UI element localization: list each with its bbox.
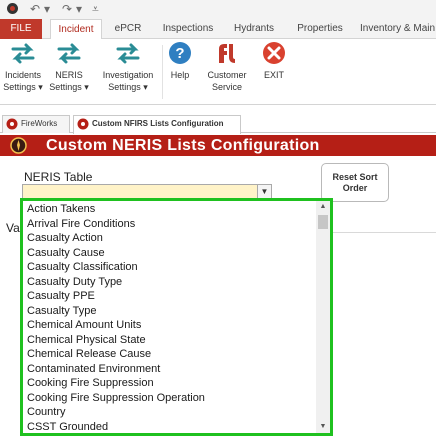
incidents-settings-label-1: Incidents bbox=[4, 70, 42, 80]
incidents-settings-button[interactable]: Incidents Settings ▾ bbox=[2, 41, 44, 101]
document-tabs: FireWorks Custom NFIRS Lists Configurati… bbox=[0, 113, 436, 134]
list-item[interactable]: Chemical Release Cause bbox=[25, 347, 315, 362]
help-button[interactable]: ? Help bbox=[165, 41, 195, 101]
help-label: Help bbox=[170, 70, 190, 80]
neris-settings-label-2: Settings ▾ bbox=[49, 82, 89, 92]
investigation-settings-label-1: Investigation bbox=[102, 70, 154, 80]
tab-incident[interactable]: Incident bbox=[50, 19, 102, 40]
swap-arrows-icon bbox=[115, 41, 141, 65]
redo-dropdown-icon[interactable]: ▾ bbox=[76, 2, 82, 17]
list-item[interactable]: Casualty Duty Type bbox=[25, 275, 315, 290]
tab-hydrants[interactable]: Hydrants bbox=[228, 19, 280, 39]
list-item[interactable]: Country bbox=[25, 405, 315, 420]
tab-inspections[interactable]: Inspections bbox=[158, 19, 218, 39]
list-item[interactable]: Arrival Fire Conditions bbox=[25, 217, 315, 232]
undo-icon[interactable]: ↶ bbox=[30, 2, 40, 17]
customer-service-label-1: Customer bbox=[207, 70, 247, 80]
redo-icon[interactable]: ↷ bbox=[62, 2, 72, 17]
undo-dropdown-icon[interactable]: ▾ bbox=[44, 2, 50, 17]
list-item[interactable]: Casualty Type bbox=[25, 304, 315, 319]
fireworks-badge-icon bbox=[10, 137, 27, 154]
help-icon: ? bbox=[167, 41, 193, 65]
doc-tab-custom-nfirs-lists-label: Custom NFIRS Lists Configuration bbox=[92, 119, 224, 128]
list-item[interactable]: Casualty Action bbox=[25, 231, 315, 246]
scroll-up-icon[interactable]: ▲ bbox=[316, 201, 330, 213]
fireworks-icon bbox=[6, 118, 18, 130]
ribbon: Incidents Settings ▾ NERIS Settings ▾ In… bbox=[0, 39, 436, 105]
exit-button[interactable]: EXIT bbox=[258, 41, 290, 101]
neris-settings-button[interactable]: NERIS Settings ▾ bbox=[46, 41, 92, 101]
form-title: Custom NERIS Lists Configuration bbox=[46, 137, 320, 154]
customer-service-label-2: Service bbox=[211, 82, 242, 92]
list-item[interactable]: CSST Grounded bbox=[25, 420, 315, 435]
scroll-down-icon[interactable]: ▼ bbox=[316, 421, 330, 433]
chevron-down-icon[interactable]: ▼ bbox=[257, 185, 271, 199]
list-item[interactable]: Cooking Fire Suppression bbox=[25, 376, 315, 391]
list-item[interactable]: Casualty PPE bbox=[25, 289, 315, 304]
investigation-settings-label-2: Settings ▾ bbox=[108, 82, 148, 92]
tab-inventory[interactable]: Inventory & Main bbox=[360, 19, 436, 39]
scroll-thumb[interactable] bbox=[318, 215, 328, 229]
tab-properties[interactable]: Properties bbox=[292, 19, 348, 39]
reset-sort-order-button[interactable]: Reset Sort Order bbox=[321, 163, 389, 202]
list-item[interactable]: Cooking Fire Suppression Operation bbox=[25, 391, 315, 406]
list-item[interactable]: Chemical Amount Units bbox=[25, 318, 315, 333]
option-list: Action Takens Arrival Fire Conditions Ca… bbox=[25, 202, 315, 434]
svg-text:?: ? bbox=[175, 45, 184, 62]
list-item[interactable]: Action Takens bbox=[25, 202, 315, 217]
customer-service-logo-icon bbox=[214, 41, 240, 65]
list-item[interactable]: Casualty Cause bbox=[25, 246, 315, 261]
swap-arrows-icon bbox=[56, 41, 82, 65]
exit-label: EXIT bbox=[263, 70, 284, 80]
tab-file[interactable]: FILE bbox=[0, 19, 42, 39]
doc-tab-fireworks-label: FireWorks bbox=[21, 119, 58, 128]
quick-access-toolbar: ↶ ▾ ↷ ▾ ⩡ bbox=[0, 0, 436, 19]
value-label: Va bbox=[6, 221, 20, 235]
investigation-settings-button[interactable]: Investigation Settings ▾ bbox=[98, 41, 158, 101]
incidents-settings-label-2: Settings ▾ bbox=[3, 82, 43, 92]
form-header: Custom NERIS Lists Configuration bbox=[0, 135, 436, 156]
customer-service-button[interactable]: Customer Service bbox=[202, 41, 252, 101]
app-logo-icon[interactable] bbox=[6, 2, 19, 17]
list-item[interactable]: Chemical Physical State bbox=[25, 333, 315, 348]
ribbon-separator bbox=[162, 45, 163, 99]
fireworks-icon bbox=[77, 118, 89, 130]
customize-toolbar-icon[interactable]: ⩡ bbox=[92, 2, 99, 17]
doc-tab-custom-nfirs-lists[interactable]: Custom NFIRS Lists Configuration bbox=[73, 115, 241, 134]
neris-settings-label-1: NERIS bbox=[55, 70, 83, 80]
list-item[interactable]: Casualty Classification bbox=[25, 260, 315, 275]
list-item[interactable]: Contaminated Environment bbox=[25, 362, 315, 377]
neris-table-label: NERIS Table bbox=[24, 170, 93, 184]
divider-line bbox=[330, 232, 436, 233]
ribbon-tabs: FILE Incident ePCR Inspections Hydrants … bbox=[0, 19, 436, 40]
neris-table-dropdown-list[interactable]: Action Takens Arrival Fire Conditions Ca… bbox=[20, 198, 333, 436]
tab-epcr[interactable]: ePCR bbox=[108, 19, 148, 39]
close-icon bbox=[261, 41, 287, 65]
dropdown-scrollbar[interactable]: ▲ ▼ bbox=[316, 201, 330, 433]
doc-tab-fireworks[interactable]: FireWorks bbox=[2, 115, 70, 133]
swap-arrows-icon bbox=[10, 41, 36, 65]
